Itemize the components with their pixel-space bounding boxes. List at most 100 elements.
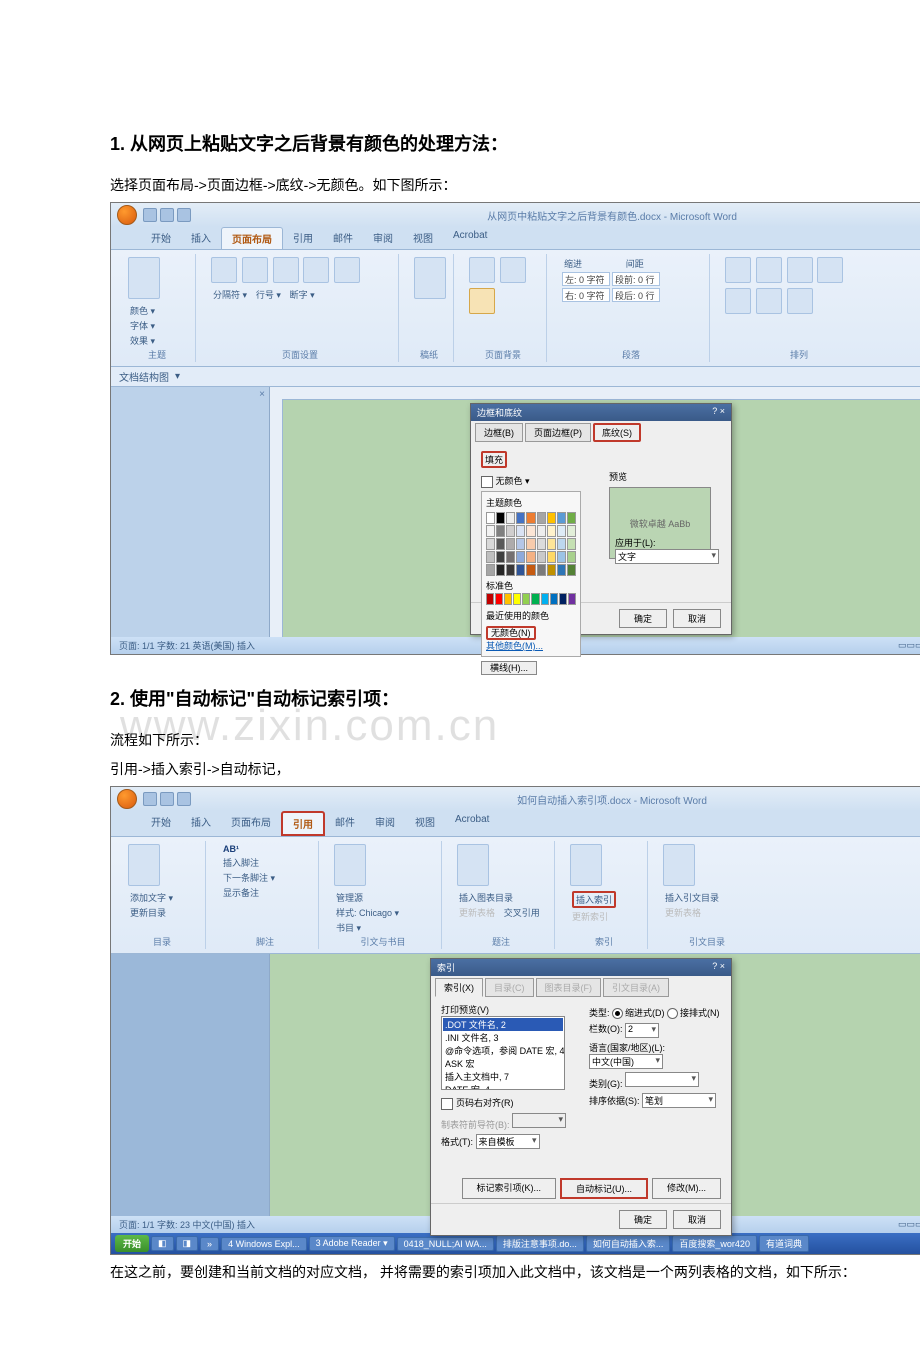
insert-citation-button[interactable] xyxy=(334,844,366,886)
group-button[interactable] xyxy=(756,288,782,314)
updatetoc-button[interactable]: 更新目录 xyxy=(130,906,166,919)
tab-acrobat[interactable]: Acrobat xyxy=(443,227,497,249)
tab-pagelayout[interactable]: 页面布局 xyxy=(221,811,281,836)
insert-caption-button[interactable] xyxy=(457,844,489,886)
insert-toa-button[interactable]: 插入引文目录 xyxy=(665,891,719,904)
sort-select[interactable]: 笔划 xyxy=(642,1093,716,1108)
preview-listbox[interactable]: .DOT 文件名, 2 .INI 文件名, 3 @命令选项，参阅 DATE 宏,… xyxy=(441,1016,565,1090)
themes-button[interactable] xyxy=(128,257,160,299)
taskbar-item[interactable]: 排版注意事项.do... xyxy=(496,1235,584,1252)
columns-button[interactable] xyxy=(334,257,360,283)
wrap-button[interactable] xyxy=(817,257,843,283)
modify-button[interactable]: 修改(M)... xyxy=(652,1178,721,1199)
style-dropdown[interactable]: 样式: Chicago ▾ xyxy=(336,906,399,919)
tab-review[interactable]: 审阅 xyxy=(363,227,403,249)
colors-dropdown[interactable]: 颜色 ▾ xyxy=(130,304,155,317)
pattern-button[interactable]: 横线(H)... xyxy=(481,661,537,675)
insert-index-button[interactable]: 插入索引 xyxy=(572,891,616,908)
tab-view[interactable]: 视图 xyxy=(403,227,443,249)
size-button[interactable] xyxy=(303,257,329,283)
dlgtab-index[interactable]: 索引(X) xyxy=(435,978,483,997)
mark-citation-button[interactable] xyxy=(663,844,695,886)
type-runin-radio[interactable] xyxy=(667,1008,678,1019)
breaks-dropdown[interactable]: 分隔符 ▾ xyxy=(213,288,247,301)
addtext-dropdown[interactable]: 添加文字 ▾ xyxy=(130,891,173,904)
rightalign-checkbox[interactable] xyxy=(441,1098,453,1110)
automark-button[interactable]: 自动标记(U)... xyxy=(560,1178,648,1199)
show-notes-button[interactable]: 显示备注 xyxy=(223,886,259,899)
taskbar-item[interactable]: 有道词典 xyxy=(759,1235,809,1252)
taskbar-item[interactable]: 3 Adobe Reader ▾ xyxy=(309,1236,395,1251)
orientation-button[interactable] xyxy=(211,257,237,283)
watermark-button[interactable] xyxy=(469,257,495,283)
fill-swatch[interactable] xyxy=(481,476,493,488)
effects-dropdown[interactable]: 效果 ▾ xyxy=(130,334,155,347)
start-button[interactable]: 开始 xyxy=(115,1235,149,1252)
morecolors-link[interactable]: 其他颜色(M)... xyxy=(486,641,543,651)
insert-footnote-button[interactable]: 插入脚注 xyxy=(223,856,259,869)
quicklaunch-icon[interactable]: ◧ xyxy=(151,1236,174,1251)
tab-home[interactable]: 开始 xyxy=(141,811,181,836)
pageborder-button[interactable] xyxy=(469,288,495,314)
crossref-button[interactable]: 交叉引用 xyxy=(504,906,540,919)
taskbar-item[interactable]: 百度搜索_wor420 xyxy=(672,1235,757,1252)
zoom-control[interactable]: ▭▭▭▭ 100% xyxy=(898,1219,920,1230)
tab-references[interactable]: 引用 xyxy=(283,227,323,249)
applyto-select[interactable]: 文字 xyxy=(615,549,719,564)
fonts-dropdown[interactable]: 字体 ▾ xyxy=(130,319,155,332)
columns-input[interactable]: 2 xyxy=(625,1023,659,1038)
bibliography-dropdown[interactable]: 书目 ▾ xyxy=(336,921,361,934)
theme-color-palette[interactable] xyxy=(486,512,576,576)
dialog-close-icon[interactable]: ? × xyxy=(712,406,725,419)
mark-entry-button[interactable] xyxy=(570,844,602,886)
rotate-button[interactable] xyxy=(787,288,813,314)
tab-acrobat[interactable]: Acrobat xyxy=(445,811,499,836)
tab-mailings[interactable]: 邮件 xyxy=(323,227,363,249)
cancel-button[interactable]: 取消 xyxy=(673,1210,721,1229)
spacing-before-input[interactable]: 段前: 0 行 xyxy=(612,272,660,286)
dlgtab-shading[interactable]: 底纹(S) xyxy=(593,423,641,442)
taskbar-item[interactable]: 如何自动插入索... xyxy=(586,1235,671,1252)
next-footnote-button[interactable]: 下一条脚注 ▾ xyxy=(223,871,275,884)
manage-sources-button[interactable]: 管理源 xyxy=(336,891,363,904)
tab-mailings[interactable]: 邮件 xyxy=(325,811,365,836)
office-button-icon[interactable] xyxy=(117,789,137,809)
insert-tof-button[interactable]: 插入图表目录 xyxy=(459,891,513,904)
ok-button[interactable]: 确定 xyxy=(619,609,667,628)
tab-insert[interactable]: 插入 xyxy=(181,811,221,836)
pagecolor-button[interactable] xyxy=(500,257,526,283)
format-select[interactable]: 来自模板 xyxy=(476,1134,540,1149)
dropdown-icon[interactable]: ▾ xyxy=(525,476,530,486)
ab-icon[interactable]: AB¹ xyxy=(223,844,239,854)
indent-right-input[interactable]: 右: 0 字符 xyxy=(562,288,610,302)
position-button[interactable] xyxy=(725,257,751,283)
align-button[interactable] xyxy=(725,288,751,314)
quick-access-toolbar[interactable] xyxy=(143,208,191,222)
tab-view[interactable]: 视图 xyxy=(405,811,445,836)
paper-button[interactable] xyxy=(414,257,446,299)
quicklaunch-icon[interactable]: » xyxy=(200,1237,219,1251)
ok-button[interactable]: 确定 xyxy=(619,1210,667,1229)
markentry-button[interactable]: 标记索引项(K)... xyxy=(462,1178,557,1199)
tab-references[interactable]: 引用 xyxy=(281,811,325,836)
dlgtab-border[interactable]: 边框(B) xyxy=(475,423,523,442)
dlgtab-pageborder[interactable]: 页面边框(P) xyxy=(525,423,591,442)
document-canvas[interactable]: 索引? × 索引(X) 目录(C) 图表目录(F) 引文目录(A) 打印预览(V… xyxy=(270,954,920,1216)
spacing-after-input[interactable]: 段后: 0 行 xyxy=(612,288,660,302)
language-select[interactable]: 中文(中国) xyxy=(589,1054,663,1069)
quicklaunch-icon[interactable]: ◨ xyxy=(176,1236,199,1251)
navpane-close-icon[interactable]: × xyxy=(111,387,269,402)
linenumbers-dropdown[interactable]: 行号 ▾ xyxy=(256,288,281,301)
tab-review[interactable]: 审阅 xyxy=(365,811,405,836)
tab-insert[interactable]: 插入 xyxy=(181,227,221,249)
zoom-control[interactable]: ▭▭▭▭ 120% xyxy=(898,640,920,651)
standard-color-palette[interactable] xyxy=(486,593,576,605)
tab-home[interactable]: 开始 xyxy=(141,227,181,249)
category-select[interactable] xyxy=(625,1072,699,1087)
office-button-icon[interactable] xyxy=(117,205,137,225)
nocolor-link[interactable]: 无颜色(N) xyxy=(486,626,536,640)
hyphen-dropdown[interactable]: 断字 ▾ xyxy=(290,288,315,301)
margins-button[interactable] xyxy=(242,257,268,283)
toc-button[interactable] xyxy=(128,844,160,886)
taskbar-item[interactable]: 4 Windows Expl... xyxy=(221,1237,307,1251)
